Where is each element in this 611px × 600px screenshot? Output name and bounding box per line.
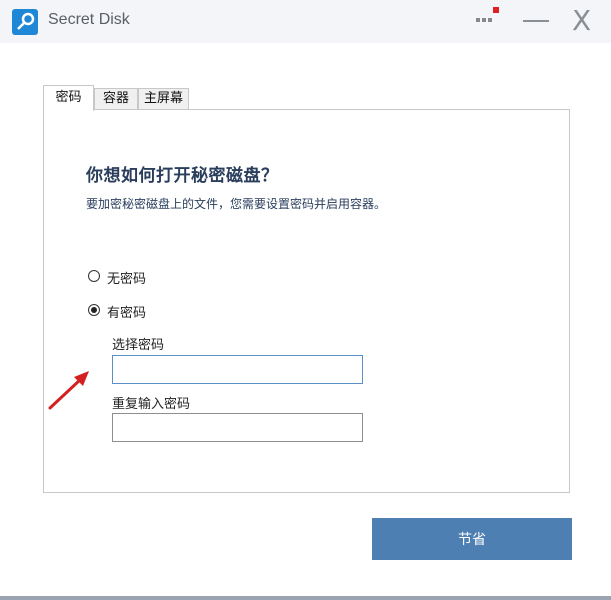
menu-button[interactable] [470,4,504,38]
repeat-password-label: 重复输入密码 [112,397,191,412]
radio-button[interactable] [88,270,100,282]
radio-button[interactable] [88,304,100,316]
window-title: Secret Disk [48,11,130,28]
repeat-password-input[interactable] [112,413,363,442]
app-key-icon [12,9,38,35]
choose-password-input[interactable] [112,355,363,384]
minimize-button[interactable] [520,4,554,38]
close-button[interactable]: X [568,4,602,38]
page-title: 你想如何打开秘密磁盘？ [86,166,279,186]
bottom-divider [0,596,611,600]
notification-dot [493,7,499,13]
tab-password[interactable]: 密码 [43,85,94,111]
radio-label: 有密码 [107,306,147,321]
menu-icon [476,18,498,22]
save-button[interactable]: 节省 [372,518,572,560]
minimize-icon [523,20,549,22]
radio-label: 无密码 [107,272,147,287]
annotation-arrow-icon [48,371,89,410]
password-panel: 你想如何打开秘密磁盘？ 要加密秘密磁盘上的文件，您需要设置密码并启用容器。 无密… [43,109,570,493]
tab-container[interactable]: 容器 [94,88,138,110]
tab-home-screen[interactable]: 主屏幕 [138,88,189,110]
description-text: 要加密秘密磁盘上的文件，您需要设置密码并启用容器。 [86,197,387,211]
title-bar: Secret Disk X [0,0,611,43]
close-icon: X [572,4,592,37]
choose-password-label: 选择密码 [112,338,165,353]
radio-selected-dot [91,307,97,313]
